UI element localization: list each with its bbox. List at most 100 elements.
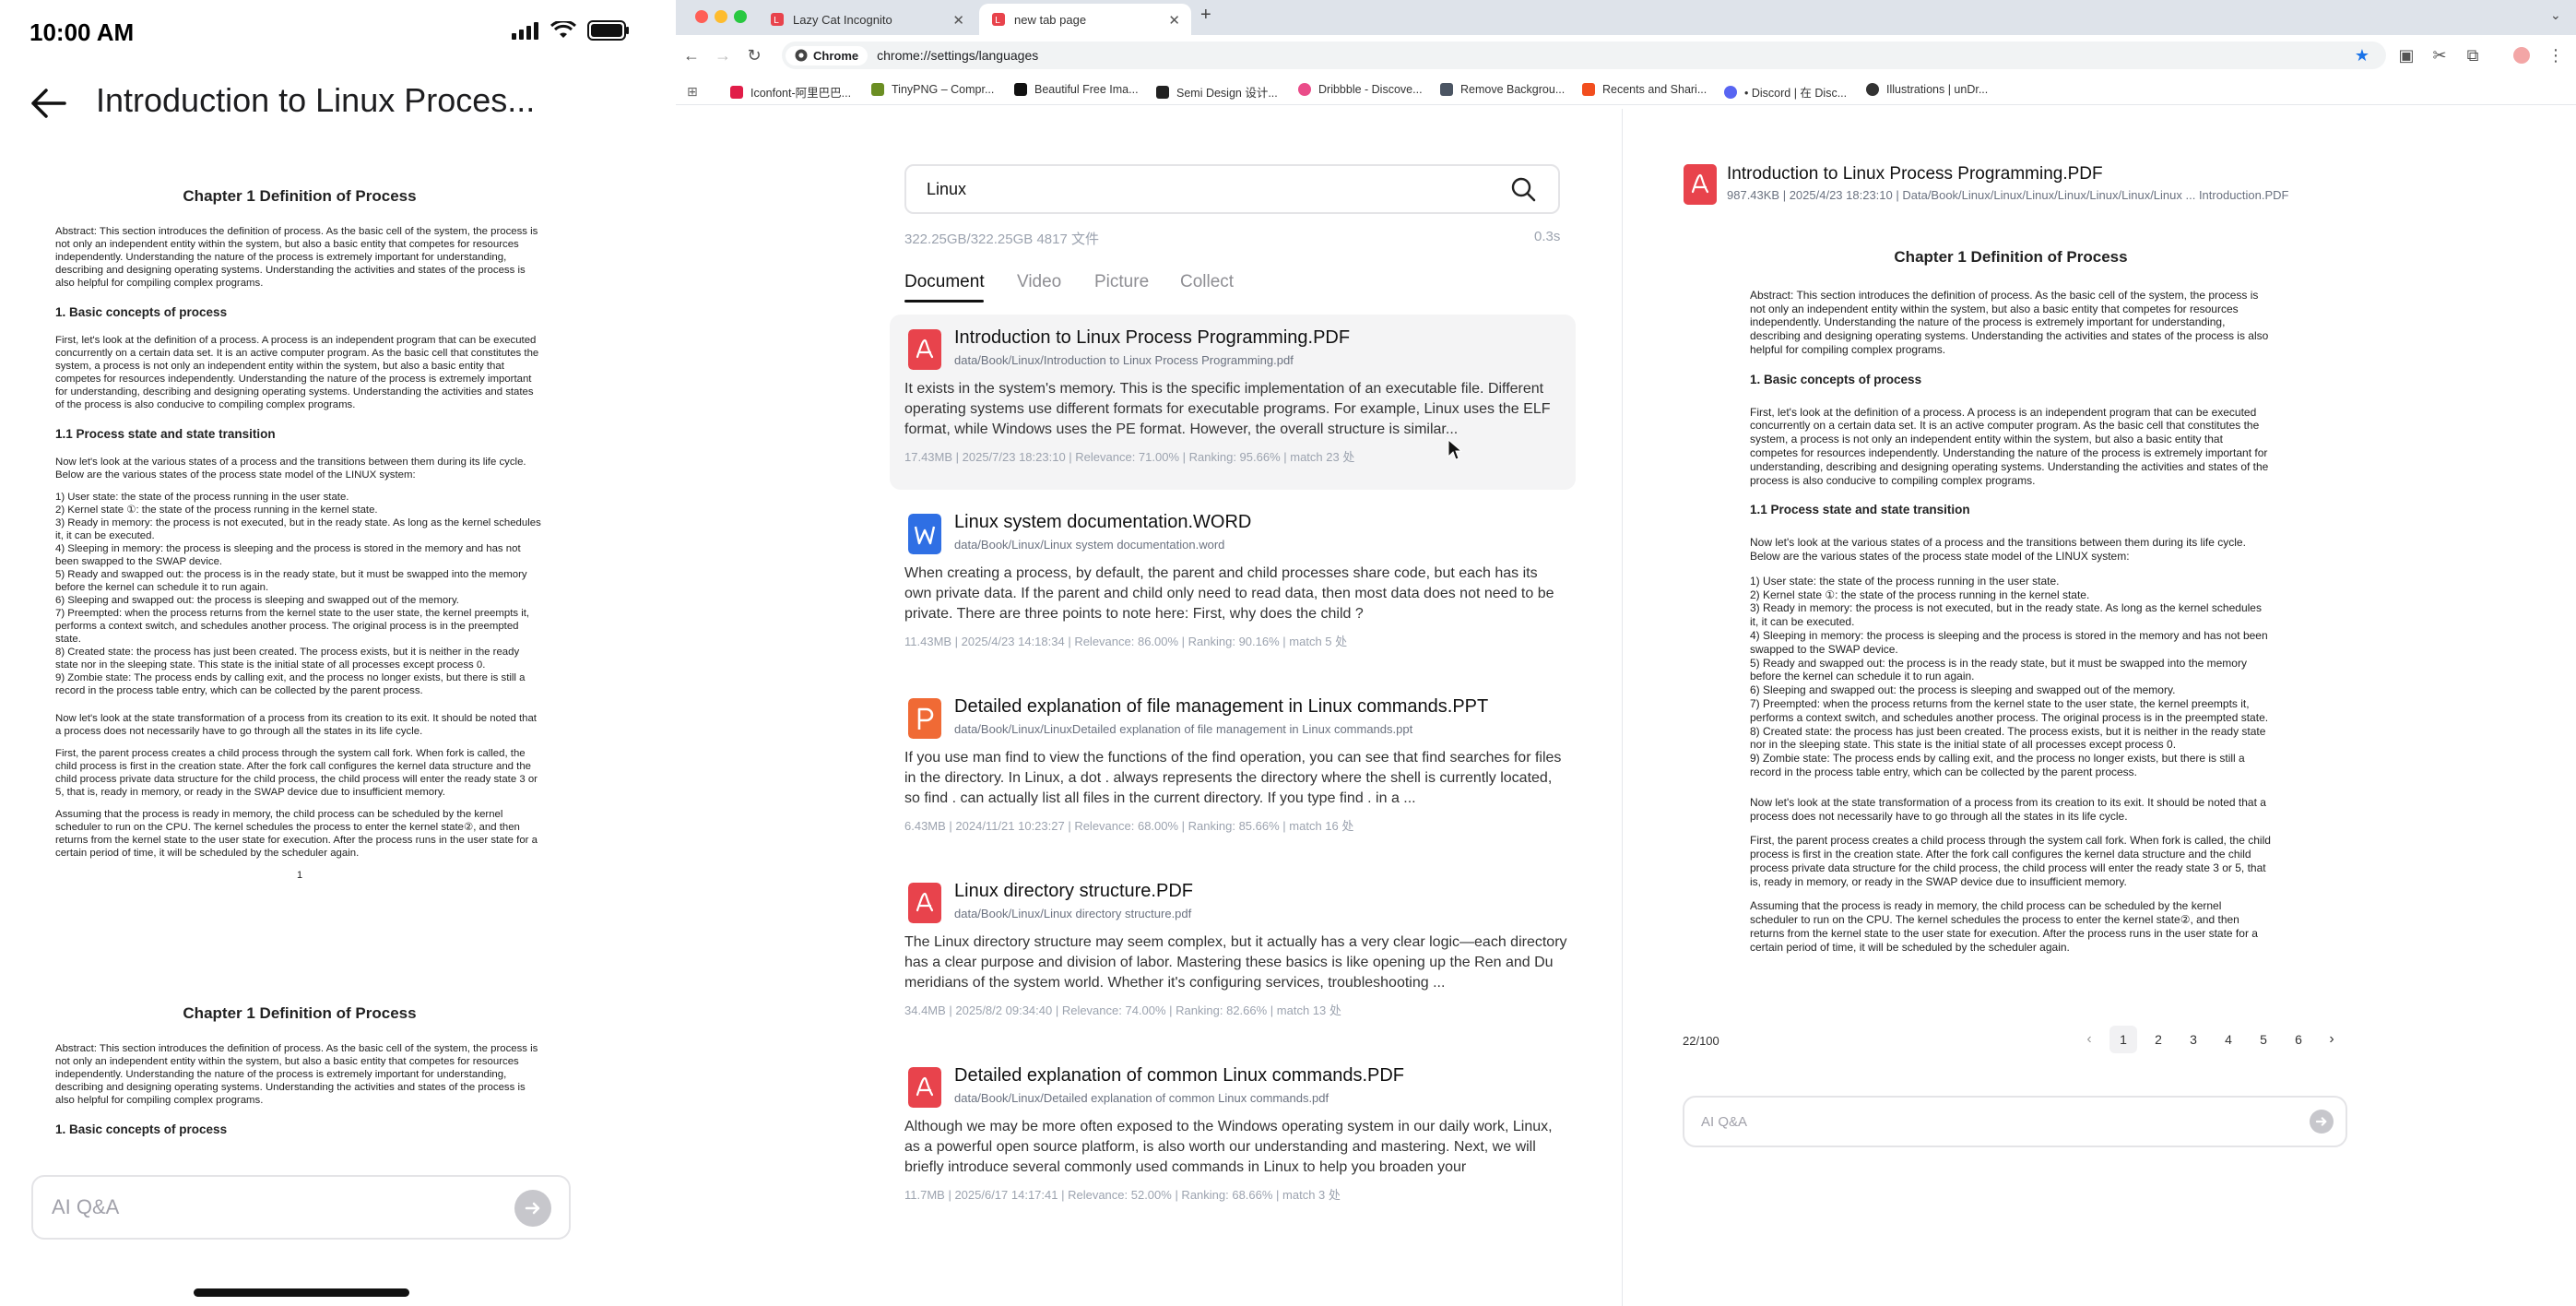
- send-arrow-icon[interactable]: [2310, 1110, 2334, 1134]
- close-window-button[interactable]: [695, 10, 708, 23]
- ai-qa-input[interactable]: AI Q&A: [1683, 1096, 2347, 1147]
- tab-lazy-cat[interactable]: L Lazy Cat Incognito ✕: [758, 4, 975, 35]
- result-item[interactable]: Linux system documentation.WORD data/Boo…: [890, 499, 1576, 674]
- result-meta: 34.4MB | 2025/8/2 09:34:40 | Relevance: …: [904, 1003, 1341, 1017]
- result-item[interactable]: Introduction to Linux Process Programmin…: [890, 315, 1576, 490]
- bookmark-item[interactable]: Dribbble - Discove...: [1298, 83, 1423, 96]
- result-item[interactable]: Linux directory structure.PDF data/Book/…: [890, 868, 1576, 1043]
- back-nav-icon[interactable]: ←: [682, 46, 701, 65]
- minimize-window-button[interactable]: [715, 10, 727, 23]
- extensions-puzzle-icon[interactable]: ⧉: [2464, 46, 2482, 65]
- page-button-4[interactable]: 4: [2215, 1026, 2242, 1053]
- bookmark-item[interactable]: Illustrations | unDr...: [1866, 83, 1988, 96]
- apps-grid-icon[interactable]: ⊞: [687, 84, 698, 100]
- scheduling-paragraph: Assuming that the process is ready in me…: [55, 809, 538, 859]
- bookmark-item[interactable]: Beautiful Free Ima...: [1014, 83, 1139, 96]
- subsection-intro: Now let's look at the various states of …: [55, 457, 526, 481]
- result-item[interactable]: Detailed explanation of file management …: [890, 683, 1576, 859]
- preview-meta: 987.43KB | 2025/4/23 18:23:10 | Data/Boo…: [1727, 188, 2289, 202]
- bookmark-favicon-icon: [1724, 85, 1737, 99]
- result-title[interactable]: Linux system documentation.WORD: [954, 512, 1251, 533]
- new-tab-plus-icon[interactable]: +: [1200, 5, 1211, 26]
- profile-avatar[interactable]: [2513, 47, 2530, 64]
- page-button-5[interactable]: 5: [2250, 1026, 2277, 1053]
- chapter-heading: Chapter 1 Definition of Process: [1894, 248, 2128, 266]
- bookmark-item[interactable]: Recents and Shari...: [1582, 83, 1707, 96]
- result-title[interactable]: Detailed explanation of common Linux com…: [954, 1065, 1404, 1086]
- bookmark-item[interactable]: • Discord | 在 Disc...: [1724, 83, 1847, 101]
- document-page-2: Chapter 1 Definition of Process Abstract…: [55, 1005, 544, 1151]
- page-button-1[interactable]: 1: [2109, 1026, 2137, 1053]
- tab-document[interactable]: Document: [904, 272, 985, 292]
- bookmark-favicon-icon: [1440, 83, 1453, 96]
- subsection-heading: 1.1 Process state and state transition: [1750, 503, 1970, 517]
- tab-close-icon[interactable]: ✕: [1168, 12, 1180, 29]
- abstract-text: Abstract: This section introduces the de…: [55, 1043, 538, 1106]
- word-file-icon: [908, 514, 941, 554]
- signal-icon: [512, 22, 538, 40]
- result-item[interactable]: Detailed explanation of common Linux com…: [890, 1052, 1576, 1228]
- result-title[interactable]: Detailed explanation of file management …: [954, 696, 1488, 718]
- tab-close-icon[interactable]: ✕: [952, 12, 964, 29]
- tab-video[interactable]: Video: [1017, 272, 1061, 292]
- pdf-file-icon: [1684, 164, 1717, 205]
- page-button-6[interactable]: 6: [2285, 1026, 2312, 1053]
- section-heading: 1. Basic concepts of process: [55, 1122, 228, 1136]
- status-icons: [512, 20, 630, 41]
- result-title[interactable]: Introduction to Linux Process Programmin…: [954, 327, 1350, 349]
- search-time: 0.3s: [1534, 229, 1561, 244]
- send-arrow-icon[interactable]: [514, 1190, 551, 1227]
- state-item: 8) Created state: the process has just b…: [1750, 724, 2266, 752]
- tab-collect[interactable]: Collect: [1180, 272, 1234, 292]
- back-arrow-icon[interactable]: [28, 83, 68, 124]
- state-item: 1) User state: the state of the process …: [1750, 574, 2060, 588]
- state-item: 9) Zombie state: The process ends by cal…: [55, 672, 526, 696]
- search-icon[interactable]: [1510, 176, 1536, 202]
- transition-paragraph: Now let's look at the state transformati…: [1750, 795, 2266, 823]
- state-item: 3) Ready in memory: the process is not e…: [55, 517, 541, 541]
- extension-wallet-icon[interactable]: ▣: [2397, 46, 2416, 65]
- forward-nav-icon[interactable]: →: [714, 46, 732, 65]
- svg-text:L: L: [995, 16, 1000, 26]
- mobile-reader-panel: 10:00 AM Introduction to Linux Proces...…: [0, 0, 676, 1306]
- bookmark-item[interactable]: TinyPNG – Compr...: [871, 83, 994, 96]
- bookmark-favicon-icon: [1866, 83, 1879, 96]
- next-page-chevron-icon[interactable]: ›: [2318, 1026, 2346, 1053]
- menu-kebab-icon[interactable]: ⋮: [2546, 46, 2565, 65]
- result-meta: 11.43MB | 2025/4/23 14:18:34 | Relevance…: [904, 635, 1348, 648]
- scheduling-paragraph: Assuming that the process is ready in me…: [1750, 899, 2258, 954]
- bookmark-favicon-icon: [1298, 83, 1311, 96]
- bookmark-item[interactable]: Iconfont-阿里巴巴...: [730, 83, 851, 101]
- result-meta: 17.43MB | 2025/7/23 18:23:10 | Relevance…: [904, 450, 1355, 464]
- ai-qa-input[interactable]: AI Q&A: [31, 1175, 571, 1240]
- state-item: 5) Ready and swapped out: the process is…: [55, 569, 527, 593]
- state-item: 7) Preempted: when the process returns f…: [55, 608, 530, 645]
- pdf-file-icon: [908, 883, 941, 923]
- bookmark-item[interactable]: Semi Design 设计...: [1156, 83, 1278, 101]
- page-counter: 22/100: [1683, 1034, 1719, 1048]
- bookmark-favicon-icon: [1582, 83, 1595, 96]
- maximize-window-button[interactable]: [734, 10, 747, 23]
- page-button-3[interactable]: 3: [2180, 1026, 2207, 1053]
- extension-tools-icon[interactable]: ✂: [2430, 46, 2449, 65]
- state-list: 1) User state: the state of the process …: [55, 491, 544, 697]
- bookmark-item[interactable]: Remove Backgrou...: [1440, 83, 1565, 96]
- address-bar[interactable]: Chrome chrome://settings/languages: [782, 42, 2386, 69]
- bookmark-star-icon[interactable]: ★: [2353, 46, 2371, 65]
- state-item: 5) Ready and swapped out: the process is…: [1750, 656, 2247, 683]
- search-input[interactable]: Linux: [904, 164, 1560, 214]
- result-title[interactable]: Linux directory structure.PDF: [954, 881, 1193, 902]
- prev-page-chevron-icon[interactable]: ‹: [2075, 1026, 2103, 1053]
- tab-picture[interactable]: Picture: [1094, 272, 1149, 292]
- bookmark-favicon-icon: [1014, 83, 1027, 96]
- reload-icon[interactable]: ↻: [745, 46, 763, 65]
- page-button-2[interactable]: 2: [2145, 1026, 2172, 1053]
- tab-search-chevron-icon[interactable]: ⌄: [2550, 7, 2561, 23]
- tab-new-tab-page[interactable]: L new tab page ✕: [979, 4, 1191, 35]
- section-heading: 1. Basic concepts of process: [55, 305, 228, 319]
- state-list: 1) User state: the state of the process …: [1750, 575, 2272, 779]
- pane-divider: [1622, 109, 1623, 1306]
- subsection-heading: 1.1 Process state and state transition: [55, 427, 276, 441]
- battery-icon: [587, 20, 629, 41]
- result-path: data/Book/Linux/Introduction to Linux Pr…: [954, 353, 1294, 367]
